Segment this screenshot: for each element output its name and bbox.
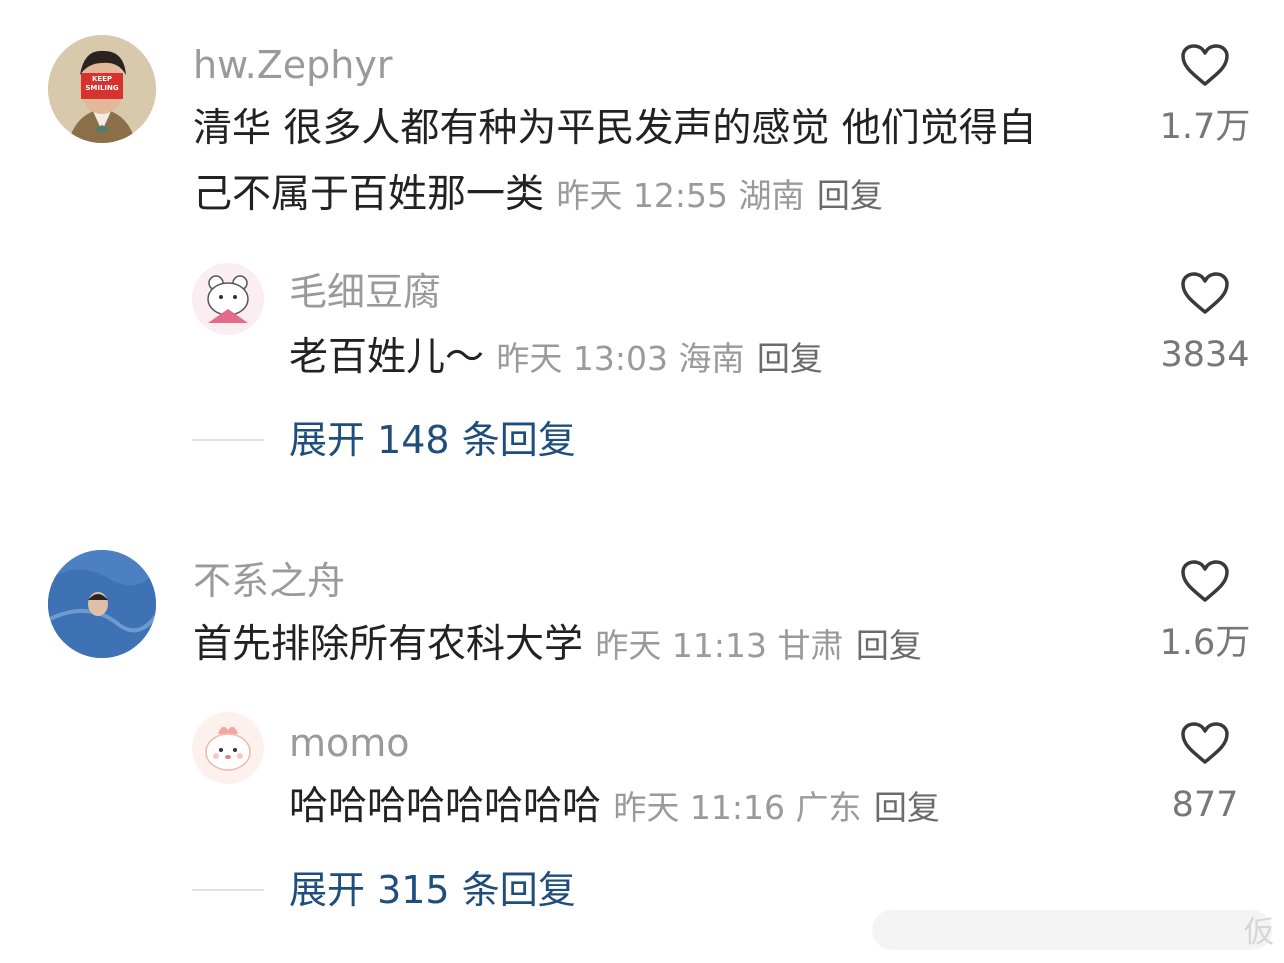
like-button[interactable]: 877 [1145,720,1265,823]
watermark-text: 仮 [1244,915,1274,950]
heart-outline-icon [1181,560,1229,602]
divider-line [192,889,264,891]
like-count: 877 [1171,785,1239,825]
like-count: 1.6万 [1159,623,1251,663]
comment-meta: 昨天 11:13 甘肃 [595,626,844,665]
expand-replies-label: 展开 148 条回复 [289,418,576,462]
comment-text-line2: 己不属于百姓那一类 [193,172,545,217]
avatar-bu-xi-zhi-zhou[interactable] [48,550,156,658]
comment-text-line1: 清华 很多人都有种为平民发声的感觉 他们觉得自 [193,106,1037,151]
avatar-momo[interactable] [192,712,264,784]
reply-text-row: 老百姓儿～ 昨天 13:03 海南 回复 [289,325,823,392]
reply-username[interactable]: 毛细豆腐 [289,273,441,311]
comment-username[interactable]: 不系之舟 [193,562,345,600]
comment-text-row: 首先排除所有农科大学 昨天 11:13 甘肃 回复 [193,612,922,679]
heart-outline-icon [1181,722,1229,764]
heart-outline-icon [1181,44,1229,86]
reply-text: 哈哈哈哈哈哈哈哈 [289,784,602,829]
like-count: 3834 [1160,335,1250,375]
reply-button[interactable]: 回复 [817,176,883,215]
reply-meta: 昨天 11:16 广东 [613,788,862,827]
avatar-mao-xi-dou-fu[interactable] [192,263,264,335]
reply-button[interactable]: 回复 [874,788,940,827]
comment-username[interactable]: hw.Zephyr [193,46,392,84]
comment-meta: 昨天 12:55 湖南 [556,176,805,215]
reply-button[interactable]: 回复 [757,339,823,378]
comment-text-line2-row: 己不属于百姓那一类 昨天 12:55 湖南 回复 [193,162,883,229]
expand-replies-label: 展开 315 条回复 [289,868,576,912]
reply-text-row: 哈哈哈哈哈哈哈哈 昨天 11:16 广东 回复 [289,774,940,841]
like-button[interactable]: 1.7万 [1145,42,1265,145]
watermark-bubble [872,910,1272,950]
expand-replies-button[interactable]: 展开 315 条回复 [192,871,576,909]
divider-line [192,439,264,441]
like-button[interactable]: 1.6万 [1145,558,1265,661]
reply-text: 老百姓儿～ [289,335,485,380]
comment-text: 首先排除所有农科大学 [193,622,584,667]
reply-username[interactable]: momo [289,724,410,762]
reply-meta: 昨天 13:03 海南 [496,339,745,378]
expand-replies-button[interactable]: 展开 148 条回复 [192,421,576,459]
heart-outline-icon [1181,272,1229,314]
like-count: 1.7万 [1159,107,1251,147]
like-button[interactable]: 3834 [1145,270,1265,373]
reply-button[interactable]: 回复 [856,626,922,665]
avatar-badge-text: KEEP SMILING [85,75,119,92]
